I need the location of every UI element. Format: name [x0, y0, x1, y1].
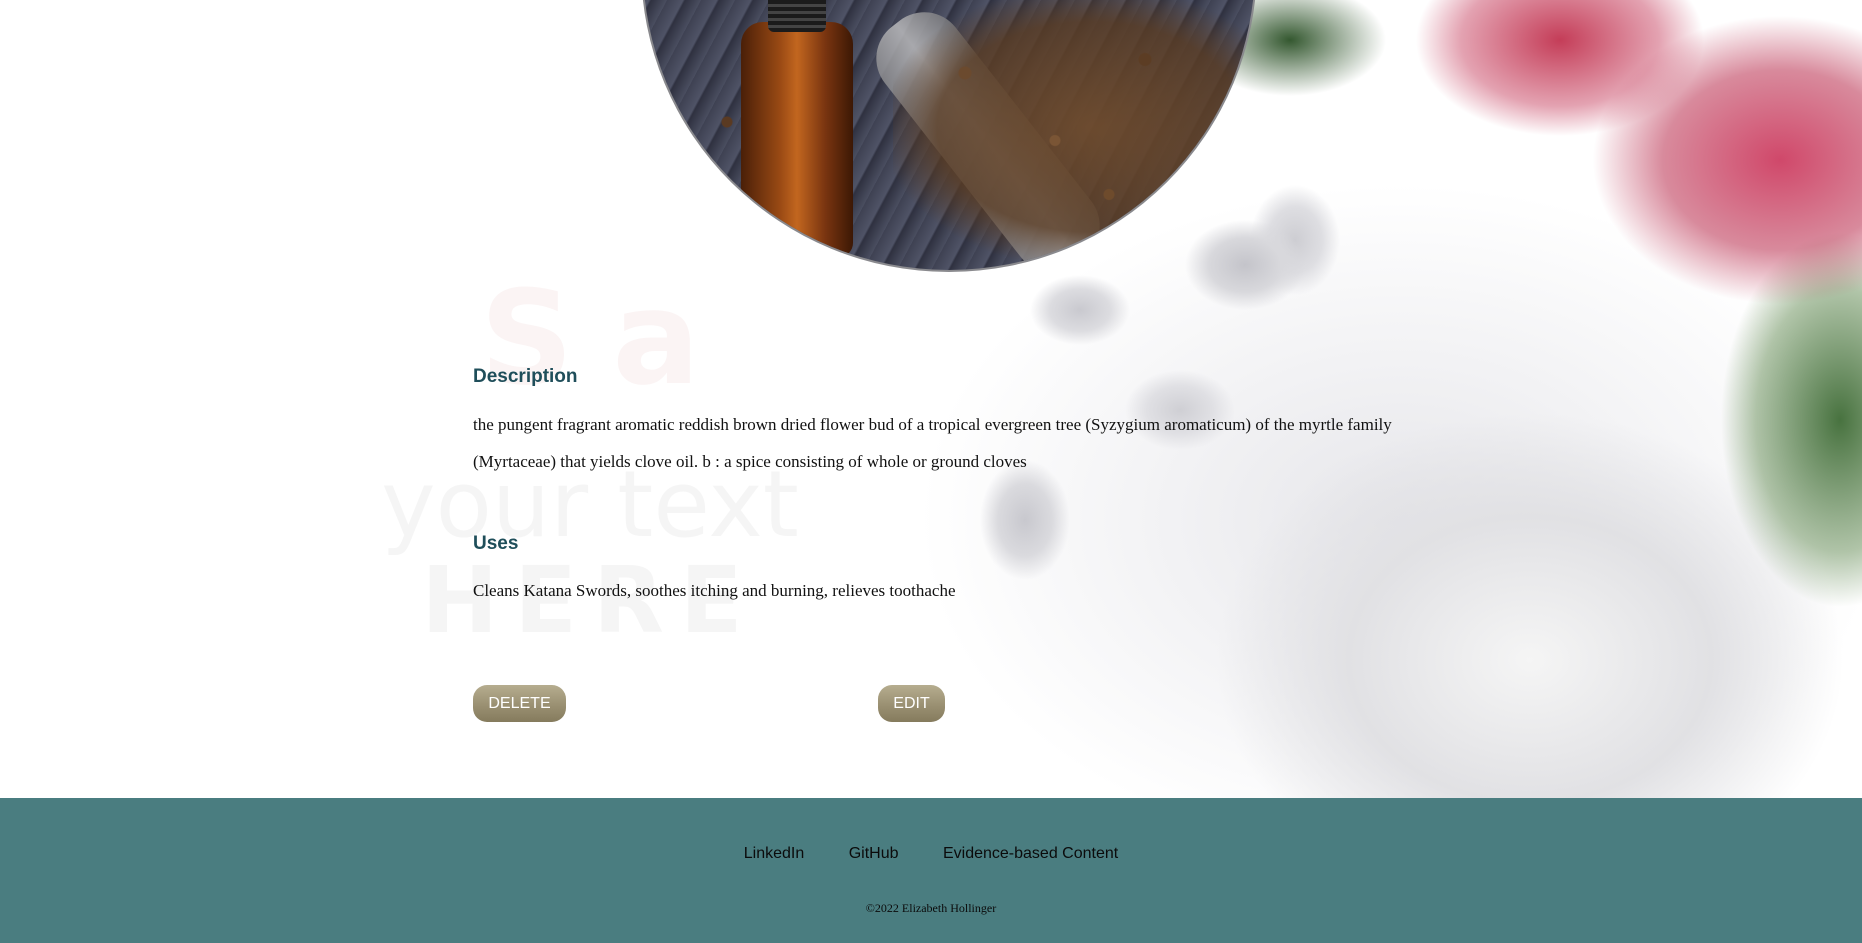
footer-link-github[interactable]: GitHub [849, 845, 899, 863]
uses-text: Cleans Katana Swords, soothes itching an… [473, 581, 956, 600]
description-text: the pungent fragrant aromatic reddish br… [473, 415, 1392, 471]
oil-bottle [741, 22, 853, 257]
oil-bottle-neck [768, 0, 826, 32]
clove-pile [893, 0, 1253, 262]
delete-button[interactable]: DELETE [473, 685, 566, 722]
footer: LinkedIn GitHub Evidence-based Content ©… [0, 798, 1862, 943]
clove-oil-product-image [641, 0, 1257, 272]
copyright-text: ©2022 Elizabeth Hollinger [865, 901, 997, 915]
footer-nav: LinkedIn GitHub Evidence-based Content [0, 845, 1862, 863]
footer-link-linkedin[interactable]: LinkedIn [744, 845, 805, 863]
uses-heading: Uses [473, 533, 519, 554]
footer-link-evidence-based-content[interactable]: Evidence-based Content [943, 845, 1118, 863]
product-detail-page: S a your text HERE Description the punge… [0, 0, 1862, 943]
description-heading: Description [473, 366, 578, 387]
edit-button[interactable]: EDIT [878, 685, 945, 722]
